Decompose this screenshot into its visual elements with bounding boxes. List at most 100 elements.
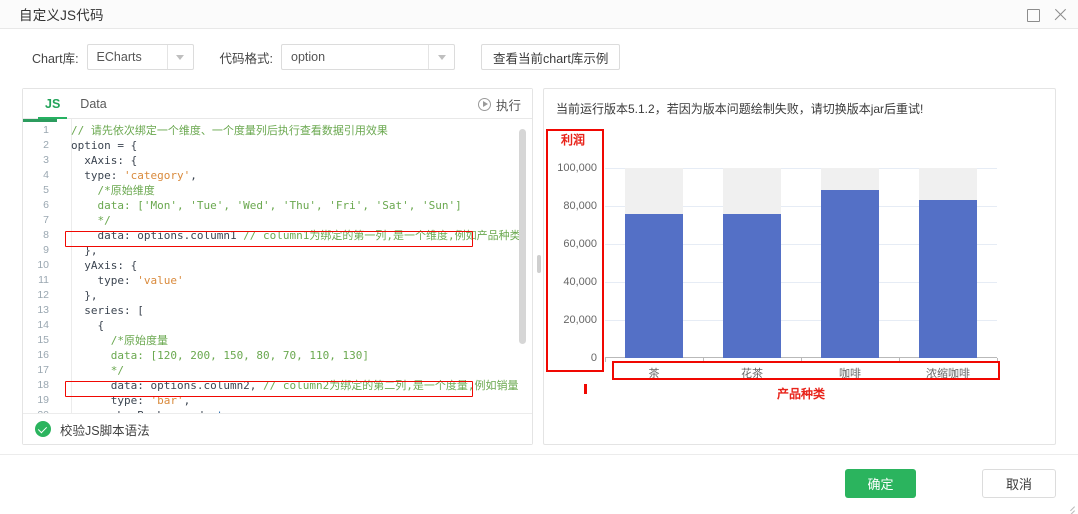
check-circle-icon bbox=[35, 421, 51, 437]
code-editor-panel: JS Data 执行 1 // 请先依次绑定一个维度、一个度量列后执行查看数据引用… bbox=[22, 88, 533, 445]
code-scroll[interactable]: 1 // 请先依次绑定一个维度、一个度量列后执行查看数据引用效果 2 option =… bbox=[23, 119, 532, 413]
code-area[interactable]: 1 // 请先依次绑定一个维度、一个度量列后执行查看数据引用效果 2 option =… bbox=[23, 119, 532, 413]
syntax-check-label: 校验JS脚本语法 bbox=[60, 423, 150, 438]
code-format-select[interactable]: option bbox=[281, 44, 456, 70]
code-line: 11 type: 'value' bbox=[23, 273, 532, 288]
code-line: 9 }, bbox=[23, 243, 532, 258]
line-number: 4 bbox=[43, 169, 49, 181]
annotation-tick-mark bbox=[584, 384, 587, 394]
y-axis-tick-label: 0 bbox=[590, 352, 597, 364]
code-text: data: [120, 200, 150, 80, 70, 110, 130] bbox=[71, 349, 370, 362]
x-axis-tickmark bbox=[899, 358, 900, 362]
confirm-button[interactable]: 确定 bbox=[845, 469, 916, 498]
code-text: { bbox=[71, 319, 105, 332]
tab-js[interactable]: JS bbox=[35, 89, 70, 120]
code-line: 14 { bbox=[23, 318, 532, 333]
code-line: 15 /*原始度量 bbox=[23, 333, 532, 348]
code-line: 8 data: options.column1 // column1为绑定的第一… bbox=[23, 228, 532, 243]
syntax-check-bar[interactable]: 校验JS脚本语法 bbox=[23, 413, 532, 444]
bar[interactable] bbox=[918, 200, 978, 358]
line-number: 11 bbox=[38, 274, 49, 286]
y-axis-tick-label: 80,000 bbox=[563, 200, 597, 212]
code-text: showBackground: true bbox=[57, 408, 243, 413]
line-number: 17 bbox=[37, 364, 49, 376]
x-axis-tick-label: 茶 bbox=[648, 368, 660, 380]
code-lines: 1 // 请先依次绑定一个维度、一个度量列后执行查看数据引用效果 2 option =… bbox=[23, 119, 532, 413]
chart-lib-label: Chart库: bbox=[32, 51, 79, 66]
code-line: 1 // 请先依次绑定一个维度、一个度量列后执行查看数据引用效果 bbox=[23, 123, 532, 138]
code-scrollbar-track[interactable] bbox=[519, 123, 529, 403]
code-text: }, bbox=[71, 289, 98, 302]
close-icon[interactable] bbox=[1054, 8, 1068, 22]
code-line: 6 data: ['Mon', 'Tue', 'Wed', 'Thu', 'Fr… bbox=[23, 198, 532, 213]
bar[interactable] bbox=[722, 213, 782, 358]
chart-lib-select[interactable]: ECharts bbox=[86, 44, 194, 70]
code-text: xAxis: { bbox=[71, 154, 138, 167]
line-number: 14 bbox=[37, 319, 49, 331]
code-text: /*原始维度 bbox=[71, 184, 155, 197]
code-line: 10 yAxis: { bbox=[23, 258, 532, 273]
chevron-down-icon[interactable] bbox=[428, 45, 454, 69]
y-axis-tick-label: 100,000 bbox=[557, 162, 597, 174]
code-text: data: options.column2, // column2为绑定的第二列… bbox=[71, 379, 519, 392]
view-chart-example-button[interactable]: 查看当前chart库示例 bbox=[481, 44, 621, 70]
titlebar: 自定义JS代码 bbox=[0, 0, 1078, 29]
code-line: 18 data: options.column2, // column2为绑定的… bbox=[23, 378, 532, 393]
chart-plot-area: 0 20,000 40,000 60,000 80,000 100,000 bbox=[557, 162, 997, 364]
code-format-value: option bbox=[291, 50, 326, 64]
custom-js-code-dialog: 自定义JS代码 Chart库: ECharts 代码格式: option 查看当… bbox=[0, 0, 1078, 514]
line-number: 9 bbox=[43, 244, 49, 256]
page-title: 自定义JS代码 bbox=[19, 8, 104, 23]
x-axis-tick-label: 浓缩咖啡 bbox=[926, 368, 970, 380]
line-number: 8 bbox=[43, 229, 49, 241]
x-axis-tickmark bbox=[801, 358, 802, 362]
line-number: 19 bbox=[37, 394, 49, 406]
line-number: 13 bbox=[37, 304, 49, 316]
x-axis-tick-label: 咖啡 bbox=[839, 368, 861, 380]
code-line: 16 data: [120, 200, 150, 80, 70, 110, 13… bbox=[23, 348, 532, 363]
tab-data[interactable]: Data bbox=[70, 89, 116, 119]
code-line: 5 /*原始维度 bbox=[23, 183, 532, 198]
bar[interactable] bbox=[624, 213, 684, 358]
line-number: 16 bbox=[37, 349, 49, 361]
code-format-label: 代码格式: bbox=[219, 51, 274, 66]
maximize-icon[interactable] bbox=[1026, 8, 1040, 22]
code-line: 12 }, bbox=[23, 288, 532, 303]
line-number: 20 bbox=[23, 408, 57, 413]
code-line: 20 showBackground: true bbox=[23, 408, 532, 413]
code-text: type: 'bar', bbox=[71, 394, 191, 407]
code-text: /*原始度量 bbox=[71, 334, 168, 347]
bar[interactable] bbox=[820, 190, 880, 358]
code-line: 3 xAxis: { bbox=[23, 153, 532, 168]
code-text: series: [ bbox=[71, 304, 144, 317]
line-number: 15 bbox=[37, 334, 49, 346]
code-text: data: options.column1 // column1为绑定的第一列,… bbox=[71, 229, 521, 242]
cancel-button[interactable]: 取消 bbox=[982, 469, 1056, 498]
x-axis-tickmark bbox=[703, 358, 704, 362]
run-button-label: 执行 bbox=[495, 98, 521, 113]
line-number: 6 bbox=[43, 199, 49, 211]
code-scrollbar-thumb[interactable] bbox=[519, 129, 526, 344]
resize-grip[interactable] bbox=[1063, 500, 1075, 512]
bar-chart: 利润 0 20,000 40,000 60,000 80,000 100,000 茶 花茶 咖… bbox=[544, 129, 1055, 444]
version-note: 当前运行版本5.1.2，若因为版本问题绘制失败，请切换版本jar后重试! bbox=[556, 102, 924, 116]
panel-splitter[interactable] bbox=[537, 255, 541, 273]
line-number: 18 bbox=[37, 379, 49, 391]
y-axis-tick-label: 60,000 bbox=[563, 238, 597, 250]
x-axis-tick-label: 花茶 bbox=[741, 368, 763, 380]
code-text: data: ['Mon', 'Tue', 'Wed', 'Thu', 'Fri'… bbox=[71, 199, 462, 212]
x-axis-title: 产品种类 bbox=[777, 387, 826, 401]
dialog-footer: 确定 取消 bbox=[0, 454, 1078, 514]
code-text: */ bbox=[71, 364, 124, 377]
chart-lib-value: ECharts bbox=[96, 50, 142, 64]
code-line: 17 */ bbox=[23, 363, 532, 378]
y-axis-tick-label: 20,000 bbox=[563, 314, 597, 326]
code-text: */ bbox=[71, 214, 111, 227]
line-number: 2 bbox=[43, 139, 49, 151]
window-controls bbox=[1026, 0, 1068, 29]
line-number: 5 bbox=[43, 184, 49, 196]
code-text: option = { bbox=[71, 139, 138, 152]
run-button[interactable]: 执行 bbox=[477, 89, 521, 119]
toolbar: Chart库: ECharts 代码格式: option 查看当前chart库示… bbox=[0, 29, 1078, 85]
chevron-down-icon[interactable] bbox=[166, 45, 193, 69]
